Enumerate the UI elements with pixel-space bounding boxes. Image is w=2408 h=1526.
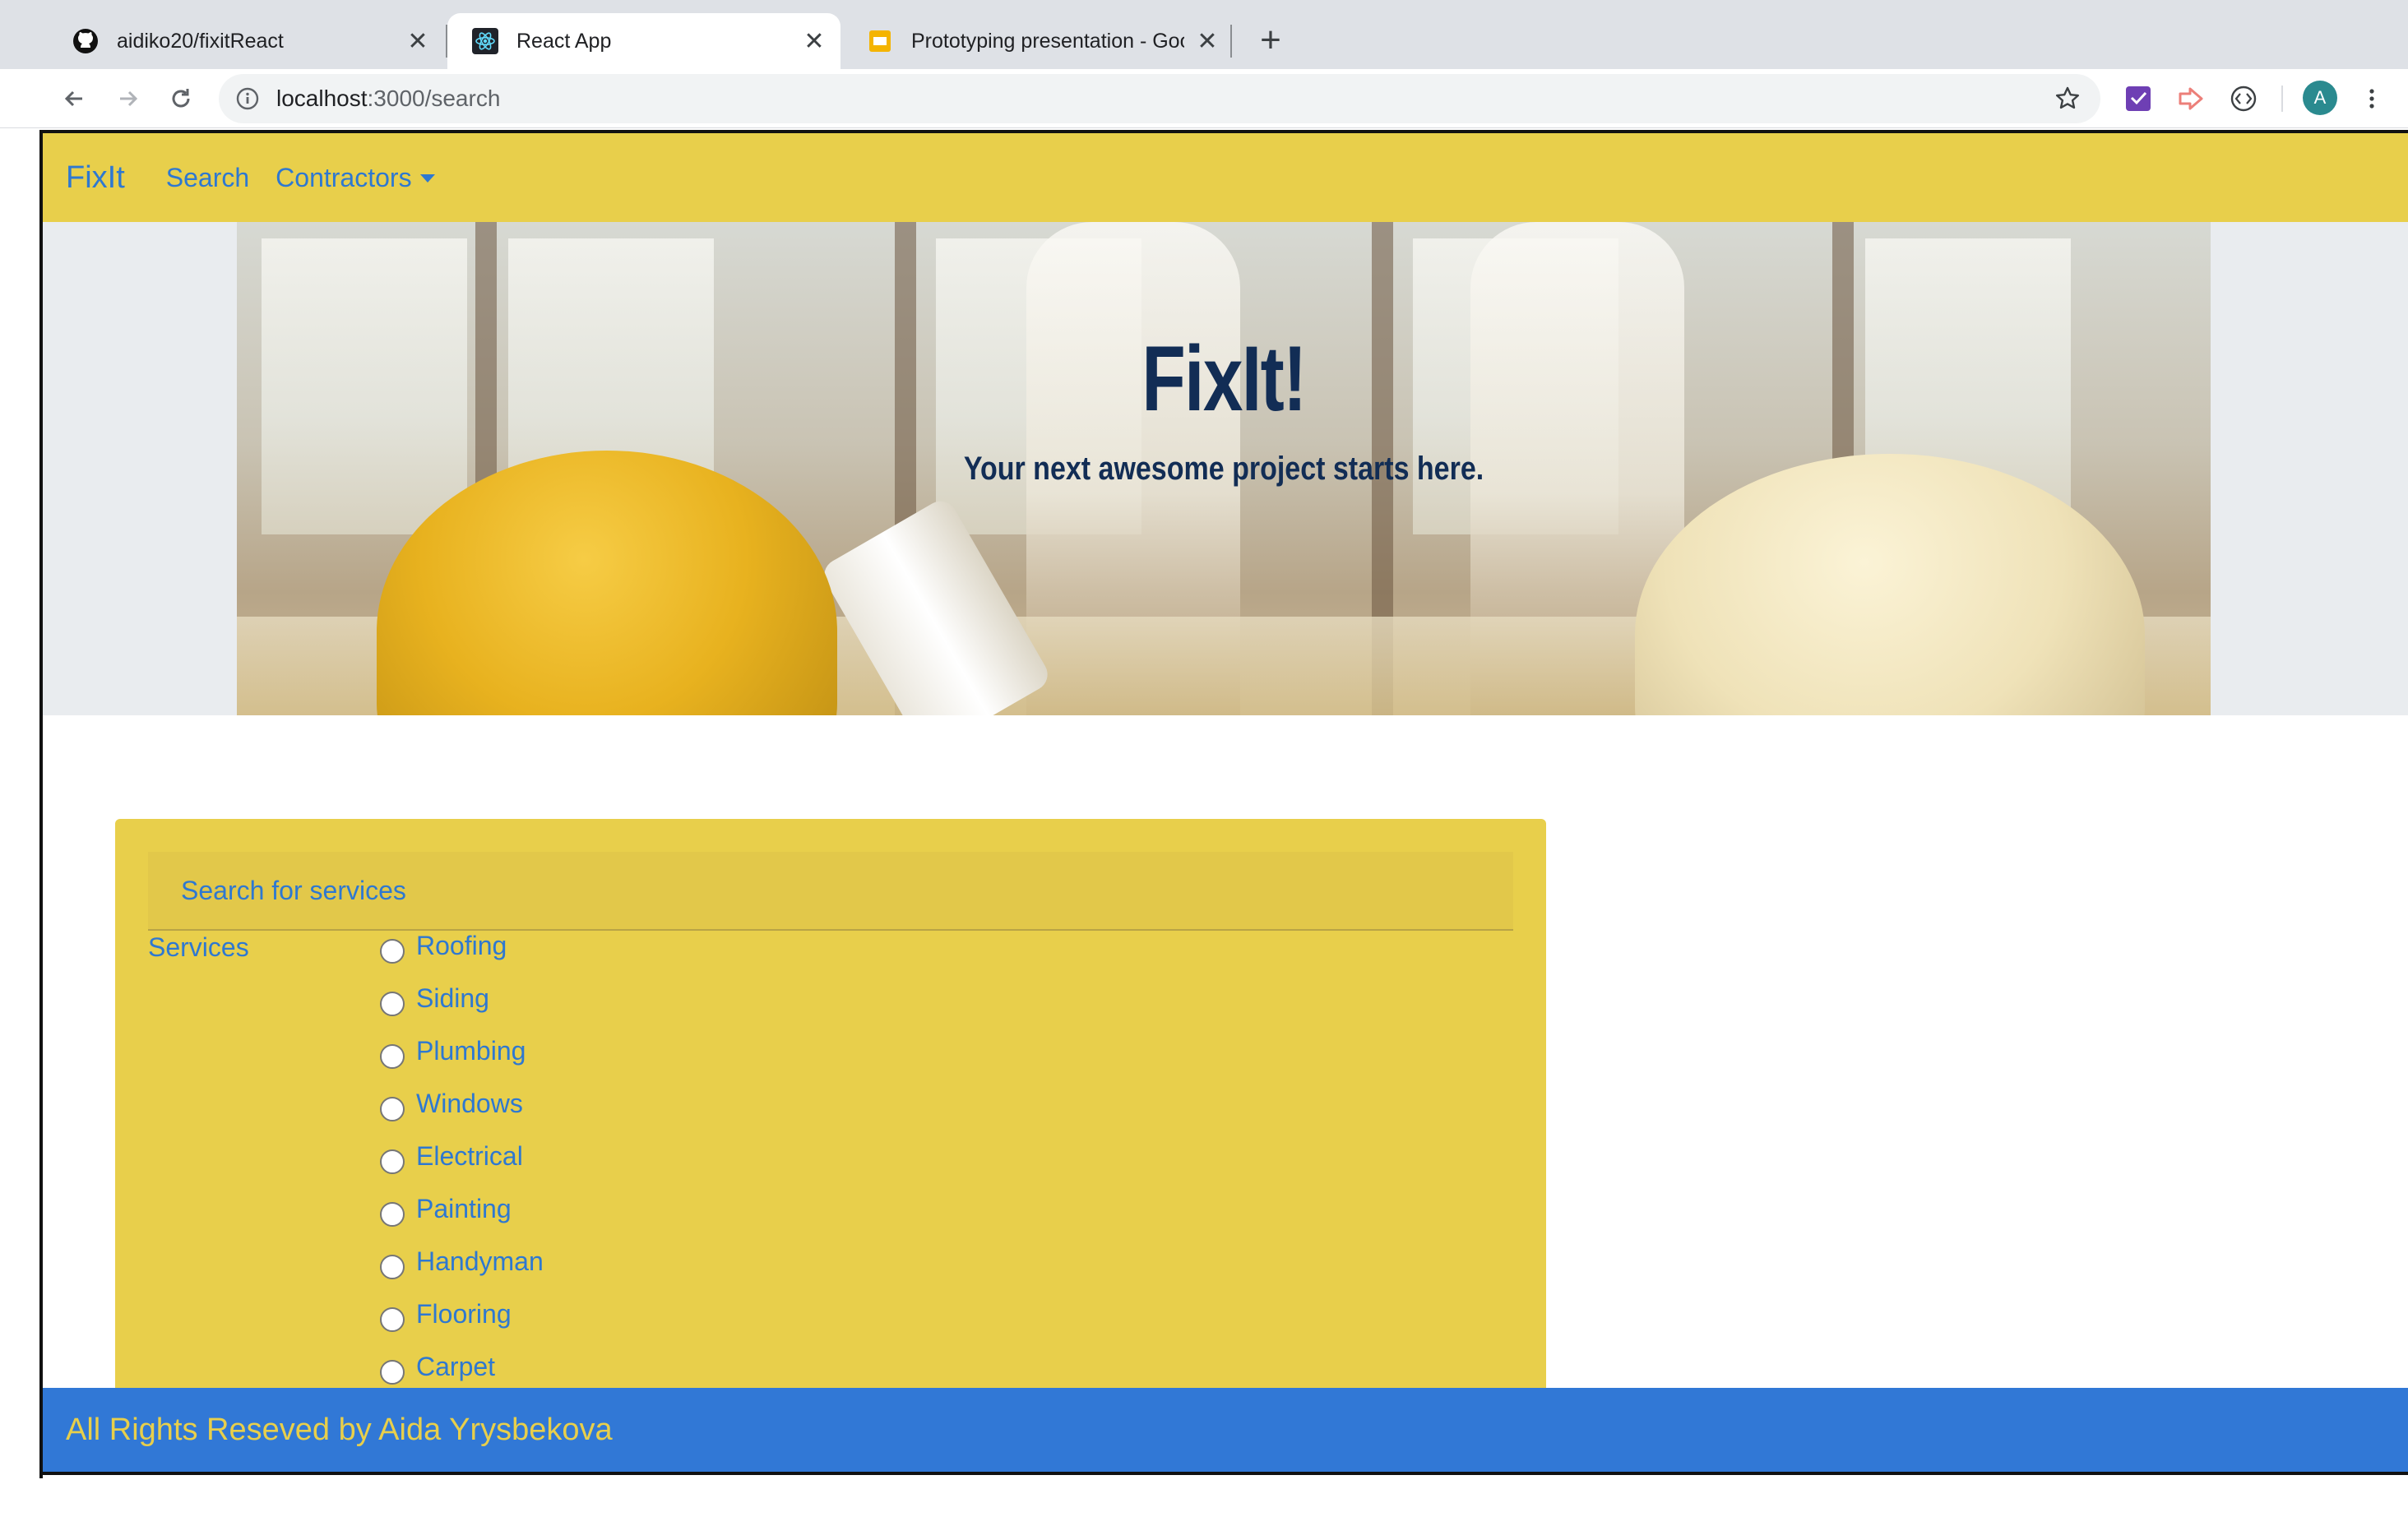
- service-option-label: Electrical: [416, 1141, 523, 1171]
- search-card-header: Search for services: [148, 852, 1513, 931]
- service-option-electrical[interactable]: Electrical: [380, 1141, 544, 1194]
- service-option-label: Handyman: [416, 1246, 544, 1276]
- radio-button[interactable]: [380, 1097, 405, 1121]
- radio-button[interactable]: [380, 1360, 405, 1385]
- footer-text: All Rights Reseved by Aida Yrysbekova: [66, 1412, 613, 1447]
- service-option-plumbing[interactable]: Plumbing: [380, 1036, 544, 1089]
- services-label: Services: [148, 932, 249, 962]
- jumbotron: FixIt! Your next awesome project starts …: [43, 222, 2408, 715]
- info-icon[interactable]: [235, 86, 260, 111]
- close-icon[interactable]: ✕: [403, 26, 433, 56]
- nav-link-search[interactable]: Search: [166, 163, 249, 193]
- browser-tab-slides[interactable]: Prototyping presentation - Goo ✕: [842, 13, 1234, 69]
- service-option-label: Flooring: [416, 1299, 512, 1329]
- service-option-label: Windows: [416, 1089, 523, 1118]
- service-option-siding[interactable]: Siding: [380, 983, 544, 1036]
- code-extension-icon[interactable]: [2229, 84, 2258, 113]
- toolbar-divider: [2281, 86, 2283, 112]
- slides-icon: [867, 28, 893, 54]
- profile-avatar[interactable]: A: [2303, 81, 2337, 115]
- close-icon[interactable]: ✕: [799, 26, 829, 56]
- service-options: Roofing Siding Plumbing Windows Electric…: [380, 931, 544, 1404]
- radio-button[interactable]: [380, 992, 405, 1016]
- forward-button[interactable]: [110, 81, 146, 117]
- radio-button[interactable]: [380, 1255, 405, 1279]
- hero-window-pane: [262, 238, 467, 534]
- back-arrow-icon: [64, 90, 82, 107]
- browser-tab-strip: aidiko20/fixitReact ✕ React App ✕ Protot…: [0, 0, 2408, 69]
- service-option-roofing[interactable]: Roofing: [380, 931, 544, 983]
- tab-title: React App: [516, 29, 612, 53]
- browser-tab-react-app[interactable]: React App ✕: [447, 13, 840, 69]
- github-icon: [72, 28, 99, 54]
- navbar-brand[interactable]: FixIt: [66, 160, 125, 196]
- tab-title: aidiko20/fixitReact: [117, 29, 284, 53]
- service-option-label: Carpet: [416, 1352, 496, 1381]
- service-option-flooring[interactable]: Flooring: [380, 1299, 544, 1352]
- page-viewport: FixIt Search Contractors FixIt! Your nex…: [39, 130, 2408, 1478]
- service-option-painting[interactable]: Painting: [380, 1194, 544, 1246]
- service-option-label: Siding: [416, 983, 489, 1013]
- service-option-label: Painting: [416, 1194, 512, 1223]
- hero-subtitle: Your next awesome project starts here.: [963, 451, 1484, 487]
- hero-title: FixIt!: [1141, 327, 1307, 430]
- app-navbar: FixIt Search Contractors: [43, 133, 2408, 222]
- address-bar[interactable]: localhost:3000/search: [219, 74, 2100, 123]
- service-option-windows[interactable]: Windows: [380, 1089, 544, 1141]
- url-path: :3000/search: [367, 86, 501, 111]
- hero-banner-image: FixIt! Your next awesome project starts …: [237, 222, 2211, 715]
- url-text: localhost:3000/search: [276, 86, 500, 112]
- nav-link-label: Search: [165, 162, 250, 192]
- bookmark-star-icon[interactable]: [2053, 84, 2082, 113]
- tab-divider: [1230, 25, 1232, 58]
- caret-down-icon: [419, 174, 435, 183]
- menu-kebab-icon[interactable]: [2357, 84, 2387, 113]
- reload-icon: [172, 89, 190, 108]
- url-host: localhost: [276, 86, 368, 111]
- tab-title: Prototyping presentation - Goo: [911, 29, 1184, 53]
- radio-button[interactable]: [380, 1307, 405, 1332]
- radio-button[interactable]: [380, 1044, 405, 1069]
- search-card-title: Search for services: [181, 875, 406, 905]
- back-button[interactable]: [56, 81, 92, 117]
- service-option-label: Plumbing: [416, 1036, 526, 1066]
- close-icon[interactable]: ✕: [1192, 26, 1222, 56]
- reload-button[interactable]: [163, 81, 199, 117]
- forward-arrow-icon: [120, 90, 138, 107]
- browser-toolbar: localhost:3000/search A: [0, 69, 2408, 128]
- new-tab-button[interactable]: +: [1252, 20, 1290, 60]
- service-option-handyman[interactable]: Handyman: [380, 1246, 544, 1299]
- search-card: Search for services Services Roofing Sid…: [115, 819, 1546, 1444]
- nav-dropdown-contractors[interactable]: Contractors: [276, 162, 435, 193]
- browser-tab-github[interactable]: aidiko20/fixitReact ✕: [48, 13, 444, 69]
- arrow-extension-icon[interactable]: [2176, 84, 2206, 113]
- radio-button[interactable]: [380, 939, 405, 964]
- pocket-extension-icon[interactable]: [2123, 84, 2153, 113]
- react-icon: [472, 28, 498, 54]
- radio-button[interactable]: [380, 1202, 405, 1227]
- app-footer: All Rights Reseved by Aida Yrysbekova: [43, 1388, 2408, 1475]
- radio-button[interactable]: [380, 1149, 405, 1174]
- service-option-label: Roofing: [416, 931, 507, 960]
- nav-link-label: Contractors: [276, 162, 412, 192]
